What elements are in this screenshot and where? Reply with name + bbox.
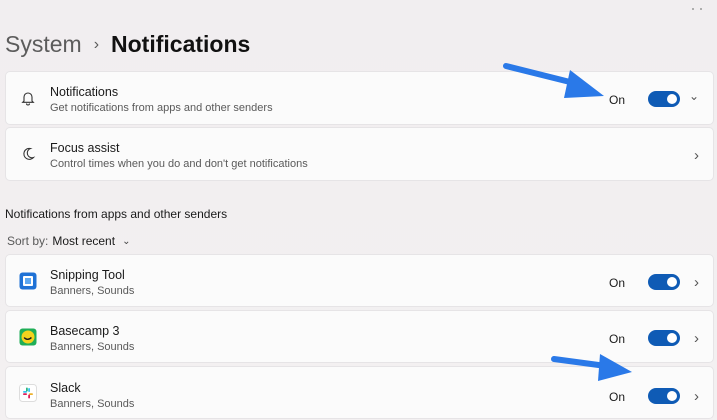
moon-icon bbox=[19, 145, 37, 163]
chevron-down-icon[interactable]: ⌄ bbox=[689, 89, 699, 103]
sort-by-value: Most recent bbox=[52, 234, 116, 248]
notifications-title: Notifications bbox=[50, 85, 119, 99]
app-toggle-snipping-tool[interactable] bbox=[648, 274, 680, 290]
focus-assist-title: Focus assist bbox=[50, 141, 120, 155]
focus-assist-setting-card[interactable]: Focus assist Control times when you do a… bbox=[5, 127, 714, 181]
breadcrumb-separator-icon: › bbox=[93, 36, 100, 53]
notifications-subtitle: Get notifications from apps and other se… bbox=[50, 102, 273, 114]
app-detail: Banners, Sounds bbox=[50, 285, 135, 297]
app-detail: Banners, Sounds bbox=[50, 398, 135, 410]
annotation-arrow-icon bbox=[551, 354, 632, 381]
app-state-label: On bbox=[608, 390, 625, 404]
sort-by-dropdown[interactable]: Sort by: Most recent ⌄ bbox=[7, 234, 130, 248]
app-state-label: On bbox=[608, 276, 625, 290]
window-controls-fragment bbox=[689, 0, 709, 10]
sort-by-label: Sort by: bbox=[7, 234, 49, 248]
app-name: Snipping Tool bbox=[50, 268, 125, 282]
slack-app-icon bbox=[19, 383, 37, 402]
chevron-right-icon[interactable]: › bbox=[694, 147, 699, 164]
app-row-snipping-tool[interactable]: Snipping Tool Banners, Sounds On › bbox=[5, 254, 714, 307]
breadcrumb: System › Notifications bbox=[5, 28, 250, 60]
chevron-down-icon: ⌄ bbox=[122, 235, 131, 247]
notifications-toggle[interactable] bbox=[648, 91, 680, 107]
snipping-tool-app-icon bbox=[19, 272, 37, 290]
focus-assist-subtitle: Control times when you do and don't get … bbox=[50, 158, 308, 170]
app-name: Basecamp 3 bbox=[50, 324, 120, 338]
breadcrumb-system-link[interactable]: System bbox=[5, 31, 82, 58]
app-detail: Banners, Sounds bbox=[50, 341, 135, 353]
app-name: Slack bbox=[50, 381, 81, 395]
page-title: Notifications bbox=[111, 30, 251, 57]
bell-icon bbox=[19, 89, 37, 107]
app-state-label: On bbox=[608, 332, 625, 346]
chevron-right-icon[interactable]: › bbox=[694, 274, 699, 291]
basecamp-app-icon bbox=[19, 328, 37, 346]
app-toggle-slack[interactable] bbox=[648, 388, 680, 404]
annotation-arrow-icon bbox=[503, 63, 604, 98]
notifications-state-label: On bbox=[608, 93, 625, 107]
apps-section-heading: Notifications from apps and other sender… bbox=[5, 207, 228, 221]
app-toggle-basecamp-3[interactable] bbox=[648, 330, 680, 346]
chevron-right-icon[interactable]: › bbox=[694, 388, 699, 405]
chevron-right-icon[interactable]: › bbox=[694, 330, 699, 347]
